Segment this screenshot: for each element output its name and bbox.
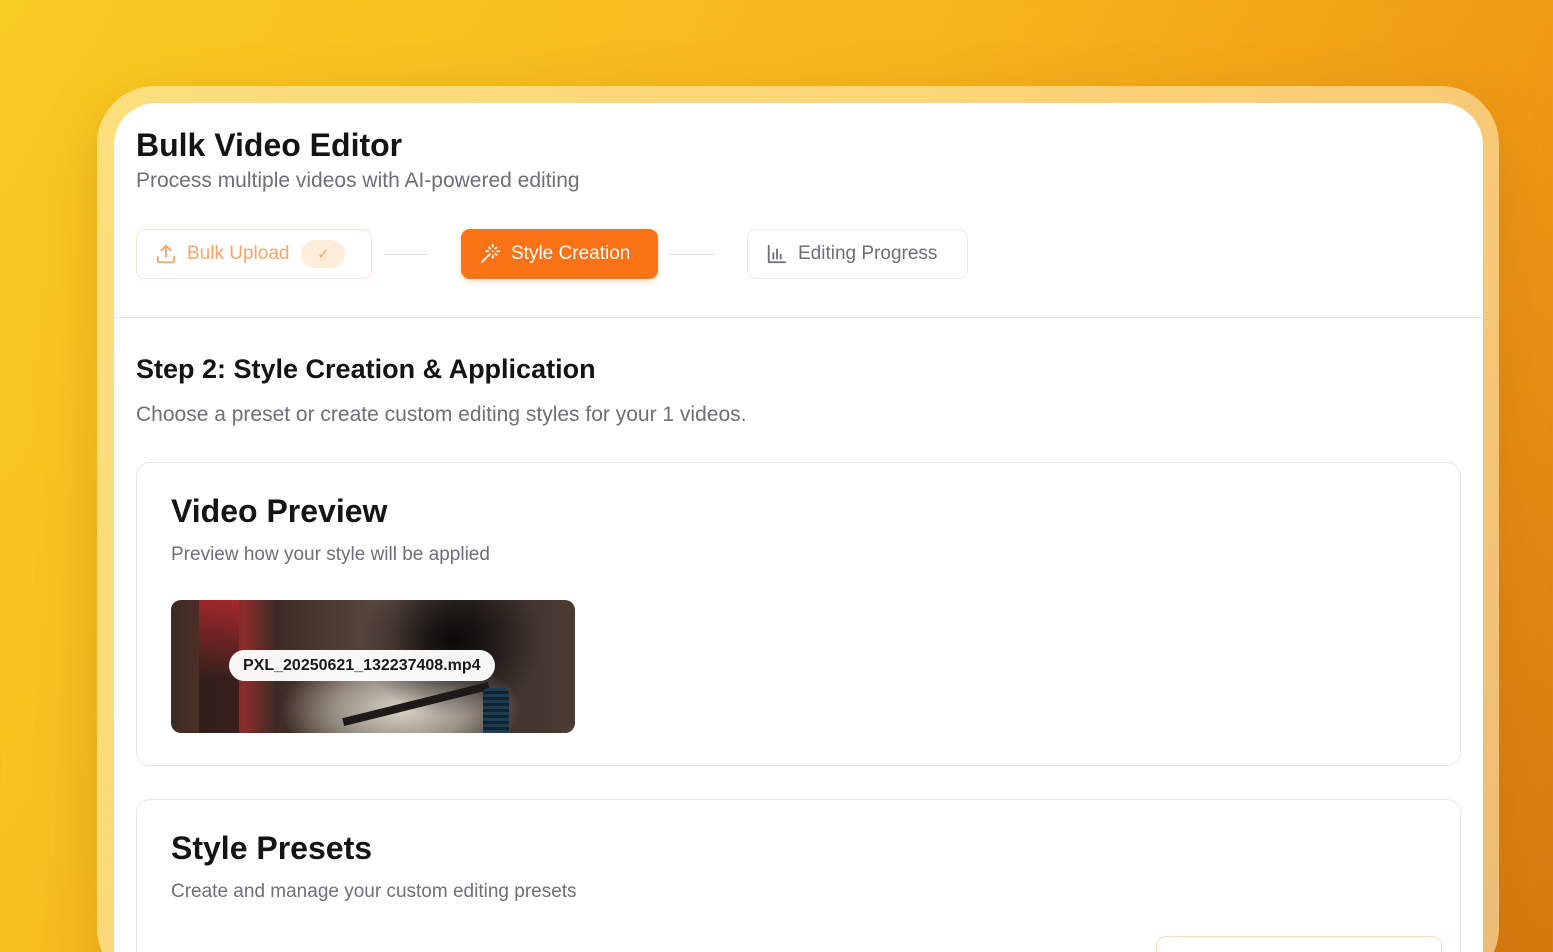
upload-icon [156, 244, 176, 264]
step-editing-progress[interactable]: Editing Progress [747, 229, 968, 279]
bar-chart-icon [767, 244, 787, 264]
video-preview-title: Video Preview [171, 493, 388, 529]
main-content: Step 2: Style Creation & Application Cho… [114, 318, 1483, 952]
app-window: Bulk Video Editor Process multiple video… [114, 103, 1483, 952]
preset-action-button[interactable] [1156, 936, 1442, 952]
step-title: Step 2: Style Creation & Application [136, 354, 596, 384]
style-presets-title: Style Presets [171, 830, 373, 866]
app-title: Bulk Video Editor [136, 127, 403, 163]
video-preview-description: Preview how your style will be applied [171, 544, 490, 565]
video-filename-badge: PXL_20250621_132237408.mp4 [229, 650, 495, 681]
video-preview-card: Video Preview Preview how your style wil… [136, 462, 1461, 766]
thumbnail-mic-arm [342, 681, 490, 727]
stepper: Bulk Upload ✓ Style Creation Editing Pro… [136, 229, 1461, 279]
step-label: Style Creation [511, 243, 631, 264]
step-style-creation[interactable]: Style Creation [461, 229, 658, 279]
step-bulk-upload[interactable]: Bulk Upload ✓ [136, 229, 372, 279]
style-presets-card: Style Presets Create and manage your cus… [136, 799, 1461, 952]
app-subtitle: Process multiple videos with AI-powered … [136, 169, 580, 192]
magic-wand-icon [480, 243, 501, 264]
step-connector [670, 253, 714, 255]
thumbnail-microphone [483, 688, 509, 733]
video-thumbnail[interactable]: PXL_20250621_132237408.mp4 [171, 600, 575, 733]
step-connector [384, 253, 428, 255]
app-header: Bulk Video Editor Process multiple video… [114, 103, 1483, 318]
step-label: Bulk Upload [187, 243, 290, 264]
style-presets-description: Create and manage your custom editing pr… [171, 881, 577, 902]
check-icon: ✓ [301, 240, 346, 268]
step-description: Choose a preset or create custom editing… [136, 403, 747, 426]
step-label: Editing Progress [798, 243, 938, 264]
